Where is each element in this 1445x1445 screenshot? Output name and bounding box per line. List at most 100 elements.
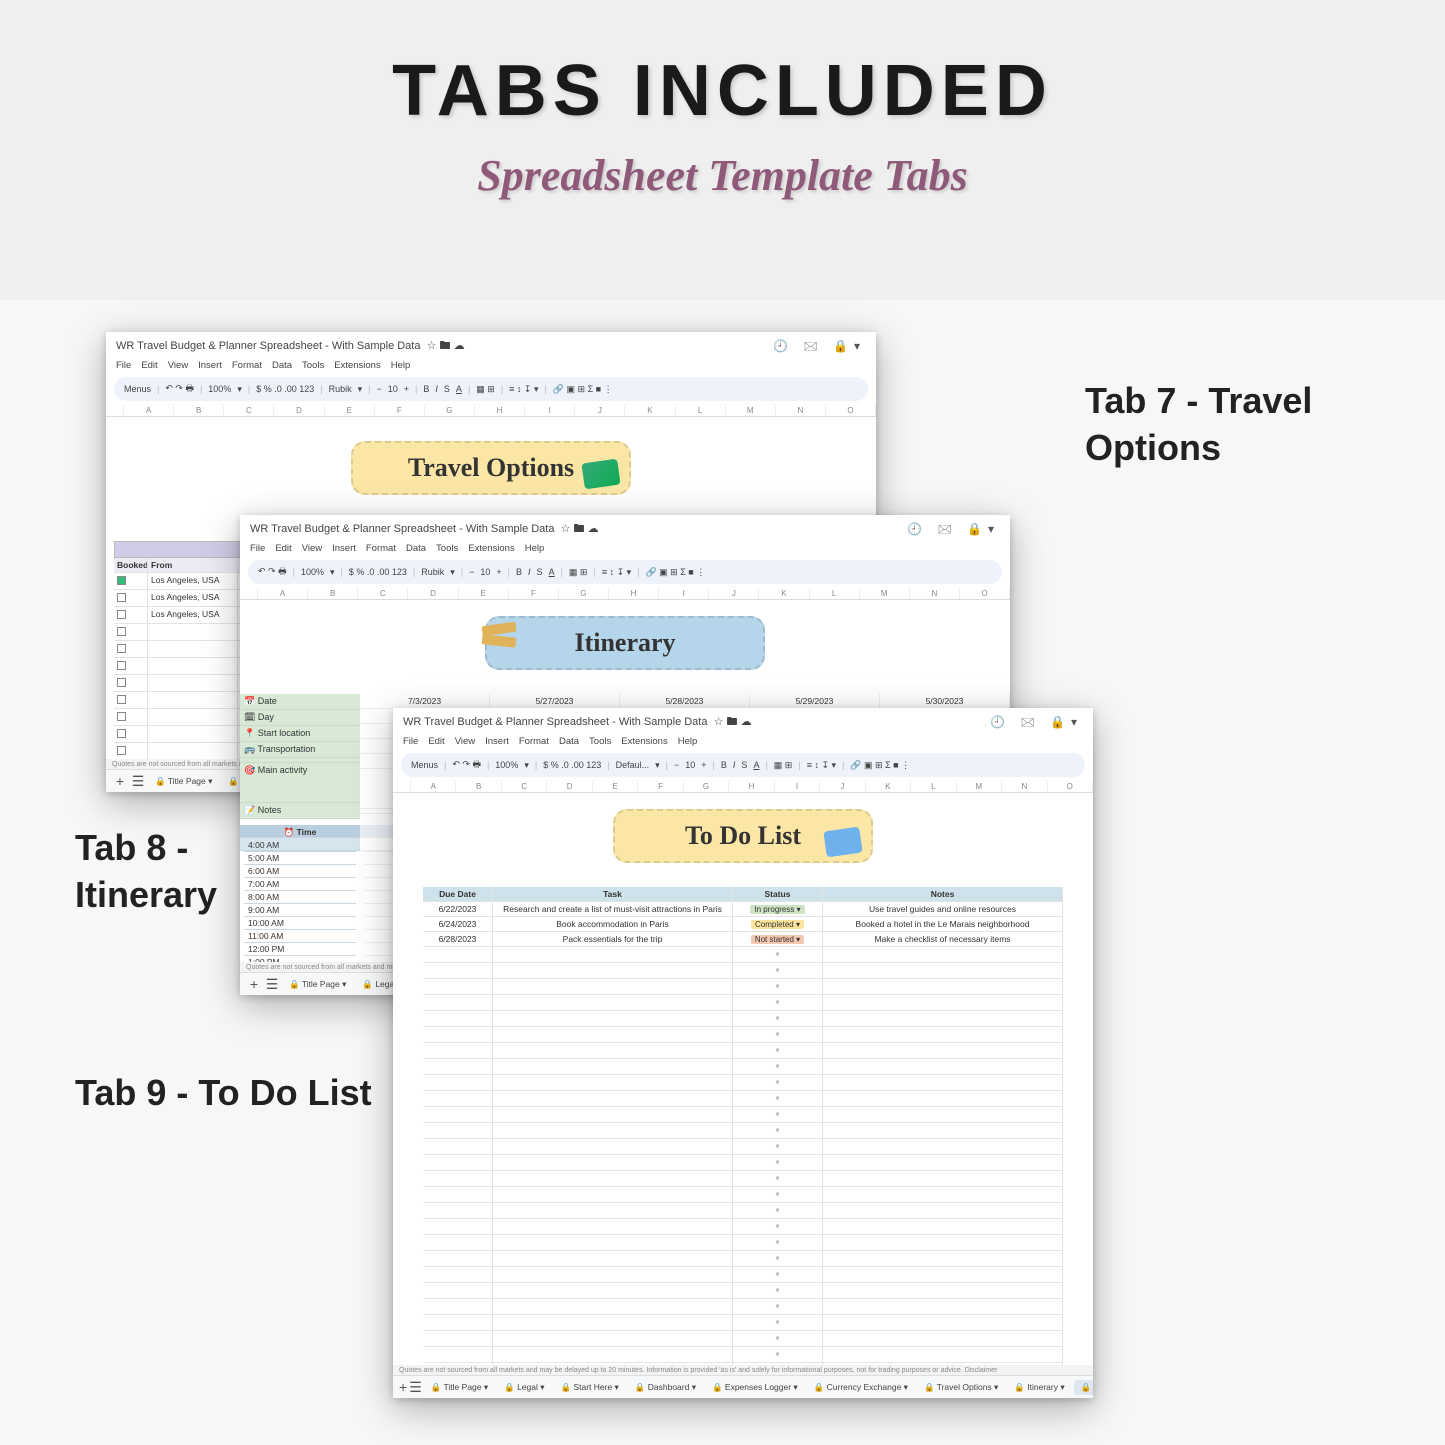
menu-file[interactable]: File — [250, 543, 265, 554]
menu-help[interactable]: Help — [678, 736, 698, 747]
table-row[interactable]: ▾ — [423, 1219, 1063, 1235]
checkbox[interactable] — [117, 678, 126, 687]
checkbox[interactable] — [117, 712, 126, 721]
sheet-tab-dashboard[interactable]: 🔒 Dashboard ▾ — [628, 1380, 703, 1395]
label-tab9: Tab 9 - To Do List — [75, 1070, 372, 1117]
table-row[interactable]: ▾ — [423, 1331, 1063, 1347]
toolbar[interactable]: Menus|↶ ↷ 🖶 | 100% ▾ |$ % .0 .00 123 | D… — [401, 753, 1085, 777]
all-sheets-button[interactable]: ☰ — [130, 773, 146, 789]
add-sheet-button[interactable]: + — [112, 773, 128, 789]
menu-tools[interactable]: Tools — [302, 360, 324, 371]
sheet-tab-title-page[interactable]: 🔒 Title Page ▾ — [148, 774, 219, 789]
table-row[interactable]: ▾ — [423, 1299, 1063, 1315]
menu-insert[interactable]: Insert — [485, 736, 509, 747]
table-row[interactable]: ▾ — [423, 1347, 1063, 1363]
status-badge[interactable]: In progress ▾ — [750, 905, 804, 914]
table-row[interactable]: ▾ — [423, 1251, 1063, 1267]
menu-extensions[interactable]: Extensions — [334, 360, 380, 371]
menu-help[interactable]: Help — [391, 360, 411, 371]
table-row[interactable]: ▾ — [423, 1075, 1063, 1091]
status-badge[interactable]: Not started ▾ — [751, 935, 804, 944]
table-row[interactable]: 6/22/2023Research and create a list of m… — [423, 902, 1063, 917]
sheet-tab-expenses-logger[interactable]: 🔒 Expenses Logger ▾ — [705, 1380, 805, 1395]
table-row[interactable]: ▾ — [423, 1043, 1063, 1059]
menubar[interactable]: File Edit View Insert Format Data Tools Extensi… — [393, 734, 1093, 751]
checkbox[interactable] — [117, 746, 126, 755]
menubar[interactable]: File Edit View Insert Format Data Tools Extensi… — [240, 541, 1010, 558]
menu-data[interactable]: Data — [406, 543, 426, 554]
menu-insert[interactable]: Insert — [198, 360, 222, 371]
menu-data[interactable]: Data — [272, 360, 292, 371]
table-row[interactable]: ▾ — [423, 1107, 1063, 1123]
menu-data[interactable]: Data — [559, 736, 579, 747]
menu-help[interactable]: Help — [525, 543, 545, 554]
sheet-tab-travel-options[interactable]: 🔒 Travel Options ▾ — [917, 1380, 1005, 1395]
menu-insert[interactable]: Insert — [332, 543, 356, 554]
menu-edit[interactable]: Edit — [141, 360, 157, 371]
menu-file[interactable]: File — [403, 736, 418, 747]
table-row[interactable]: ▾ — [423, 1171, 1063, 1187]
table-row[interactable]: ▾ — [423, 1139, 1063, 1155]
checkbox[interactable] — [117, 661, 126, 670]
table-row[interactable]: ▾ — [423, 1283, 1063, 1299]
menu-view[interactable]: View — [302, 543, 322, 554]
menu-tools[interactable]: Tools — [589, 736, 611, 747]
table-row[interactable]: ▾ — [423, 1011, 1063, 1027]
toolbar[interactable]: ↶ ↷ 🖶 |100% ▾ |$ % .0 .00 123 | Rubik ▾ … — [248, 560, 1002, 584]
sheet-tab-currency-exchange[interactable]: 🔒 Currency Exchange ▾ — [807, 1380, 915, 1395]
table-row[interactable]: ▾ — [423, 1091, 1063, 1107]
sheet-tab-itinerary[interactable]: 🔒 Itinerary ▾ — [1007, 1380, 1071, 1395]
menu-tools[interactable]: Tools — [436, 543, 458, 554]
menu-view[interactable]: View — [168, 360, 188, 371]
spreadsheet-todo: WR Travel Budget & Planner Spreadsheet -… — [393, 708, 1093, 1398]
toolbar[interactable]: Menus|↶ ↷ 🖶 | 100% ▾ |$ % .0 .00 123 | R… — [114, 377, 868, 401]
menu-file[interactable]: File — [116, 360, 131, 371]
table-header-row: Due Date Task Status Notes — [423, 887, 1063, 902]
table-row[interactable]: ▾ — [423, 1315, 1063, 1331]
checkbox[interactable] — [117, 627, 126, 636]
add-sheet-button[interactable]: + — [246, 976, 262, 992]
table-row[interactable]: ▾ — [423, 995, 1063, 1011]
sheet-tab-legal[interactable]: 🔒 Legal ▾ — [497, 1380, 551, 1395]
table-row[interactable]: ▾ — [423, 1123, 1063, 1139]
checkbox[interactable] — [117, 695, 126, 704]
table-row[interactable]: ▾ — [423, 1187, 1063, 1203]
add-sheet-button[interactable]: + — [399, 1379, 407, 1395]
menu-format[interactable]: Format — [366, 543, 396, 554]
table-row[interactable]: ▾ — [423, 1203, 1063, 1219]
table-row[interactable]: 6/28/2023Pack essentials for the tripNot… — [423, 932, 1063, 947]
table-row[interactable]: 6/24/2023Book accommodation in ParisComp… — [423, 917, 1063, 932]
table-row[interactable]: ▾ — [423, 947, 1063, 963]
column-headers[interactable]: ABCDEFGHIJKLMNO — [240, 588, 1010, 600]
sheet-tab-to-do-list[interactable]: 🔒 To-Do List ▾ — [1074, 1380, 1093, 1395]
table-row[interactable]: ▾ — [423, 1059, 1063, 1075]
all-sheets-button[interactable]: ☰ — [264, 976, 280, 992]
menu-edit[interactable]: Edit — [275, 543, 291, 554]
checkbox[interactable] — [117, 729, 126, 738]
checkbox[interactable] — [117, 610, 126, 619]
column-headers[interactable]: ABCDEFGHIJKLMNO — [106, 405, 876, 417]
table-row[interactable]: ▾ — [423, 1267, 1063, 1283]
table-row[interactable]: ▾ — [423, 1235, 1063, 1251]
menu-extensions[interactable]: Extensions — [621, 736, 667, 747]
all-sheets-button[interactable]: ☰ — [409, 1379, 422, 1395]
menubar[interactable]: File Edit View Insert Format Data Tools Extensi… — [106, 358, 876, 375]
menu-view[interactable]: View — [455, 736, 475, 747]
status-badge[interactable]: Completed ▾ — [751, 920, 804, 929]
menu-extensions[interactable]: Extensions — [468, 543, 514, 554]
checkbox[interactable] — [117, 576, 126, 585]
table-row[interactable]: ▾ — [423, 963, 1063, 979]
table-row[interactable]: ▾ — [423, 1027, 1063, 1043]
checkbox[interactable] — [117, 644, 126, 653]
table-row[interactable]: ▾ — [423, 979, 1063, 995]
menu-edit[interactable]: Edit — [428, 736, 444, 747]
checkbox[interactable] — [117, 593, 126, 602]
sheet-tabs[interactable]: + ☰ 🔒 Title Page ▾🔒 Legal ▾🔒 Start Here … — [393, 1375, 1093, 1398]
menu-format[interactable]: Format — [519, 736, 549, 747]
column-headers[interactable]: ABCDEFGHIJKLMNO — [393, 781, 1093, 793]
sheet-tab-start-here[interactable]: 🔒 Start Here ▾ — [554, 1380, 626, 1395]
sheet-tab-title-page[interactable]: 🔒 Title Page ▾ — [282, 977, 353, 992]
table-row[interactable]: ▾ — [423, 1155, 1063, 1171]
sheet-tab-title-page[interactable]: 🔒 Title Page ▾ — [424, 1380, 495, 1395]
menu-format[interactable]: Format — [232, 360, 262, 371]
